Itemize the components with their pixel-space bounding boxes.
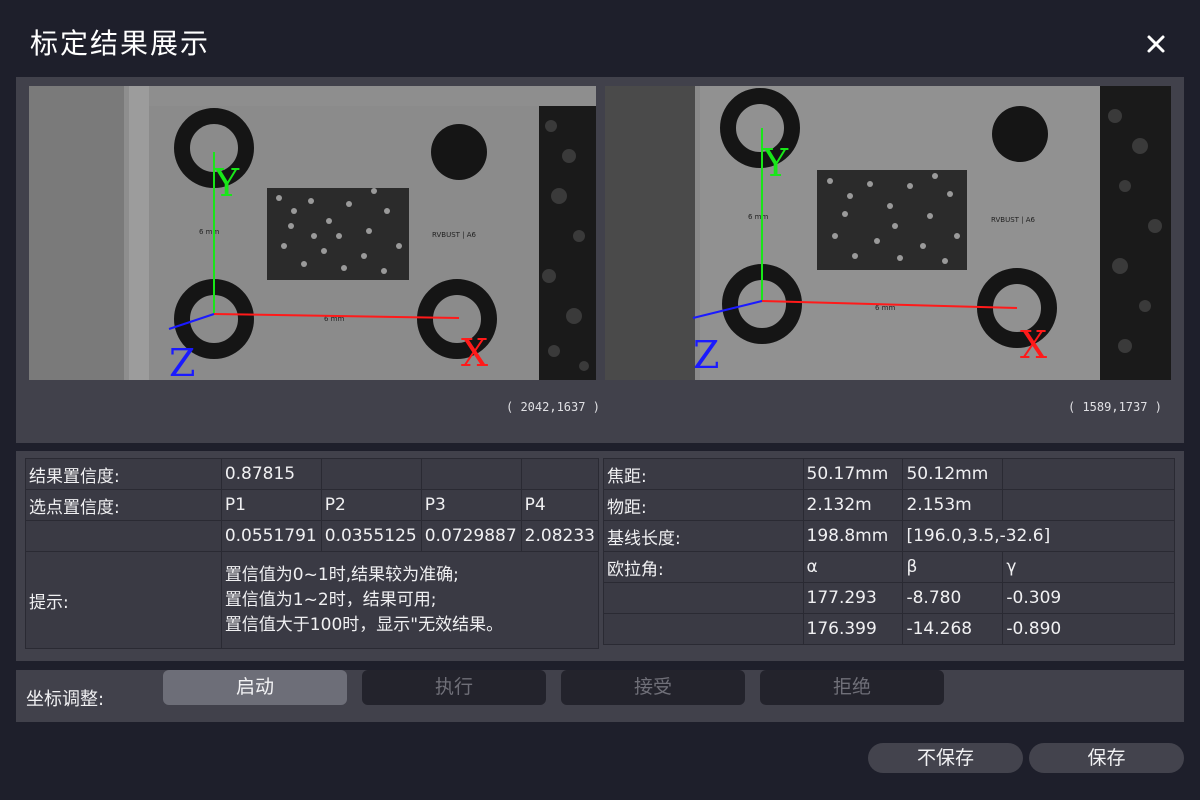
- hint-line: 置信值为0~1时,结果较为准确;: [224, 564, 459, 585]
- distance-value: 2.153m: [902, 489, 1004, 521]
- euler-header: α: [802, 551, 904, 583]
- calibration-images-panel: RVBUST | A6 6 mm 6 mm Y X Z ( 2042,1637 …: [16, 77, 1184, 443]
- point-value: 0.0551791: [220, 520, 322, 552]
- euler-value: -0.890: [1002, 613, 1175, 645]
- target-label-right: RVBUST | A6: [991, 216, 1036, 224]
- y-axis-label: Y: [213, 161, 240, 205]
- x-axis-label: X: [1020, 323, 1047, 367]
- accept-button[interactable]: 接受: [561, 670, 745, 705]
- table-row: 选点置信度: P1 P2 P3 P4: [25, 489, 600, 521]
- hint-text: 置信值为0~1时,结果较为准确; 置信值为1~2时，结果可用; 置信值大于100…: [220, 551, 600, 649]
- start-button[interactable]: 启动: [163, 670, 347, 705]
- table-row: 176.399 -14.268 -0.890: [603, 613, 1175, 645]
- euler-value: -8.780: [902, 582, 1004, 614]
- coordinate-adjust-bar: 坐标调整: 启动 执行 接受 拒绝: [16, 670, 1184, 722]
- point-header: P4: [520, 489, 600, 521]
- confidence-value: 0.87815: [220, 458, 322, 490]
- euler-value: -0.309: [1002, 582, 1175, 614]
- point-header: P3: [420, 489, 522, 521]
- table-row: 欧拉角: α β γ: [603, 551, 1175, 583]
- euler-value: -14.268: [902, 613, 1004, 645]
- baseline-vector: [196.0,3.5,-32.6]: [902, 520, 1175, 552]
- left-camera-image: RVBUST | A6 6 mm 6 mm Y X Z: [29, 86, 596, 380]
- close-icon[interactable]: [1143, 31, 1169, 57]
- point-value: 2.08233: [520, 520, 600, 552]
- table-row: 基线长度: 198.8mm [196.0,3.5,-32.6]: [603, 520, 1175, 552]
- table-row: 0.0551791 0.0355125 0.0729887 2.08233: [25, 520, 600, 552]
- table-row: 177.293 -8.780 -0.309: [603, 582, 1175, 614]
- dialog-title: 标定结果展示: [30, 27, 211, 60]
- results-panel: 结果置信度: 0.87815 选点置信度: P1 P2 P3 P4 0.0551…: [16, 451, 1184, 661]
- reject-button[interactable]: 拒绝: [760, 670, 944, 705]
- baseline-label: 基线长度:: [603, 520, 804, 552]
- left-image-coord: ( 2042,1637 ): [506, 400, 600, 414]
- right-camera-image: RVBUST | A6 6 mm 6 mm Y X Z: [605, 86, 1171, 380]
- table-row: 提示: 置信值为0~1时,结果较为准确; 置信值为1~2时，结果可用; 置信值大…: [25, 551, 600, 649]
- baseline-value: 198.8mm: [802, 520, 904, 552]
- target-label-left: RVBUST | A6: [432, 231, 477, 239]
- mm-label-left-a: 6 mm: [199, 228, 219, 236]
- z-axis-label: Z: [693, 333, 719, 377]
- point-confidence-label: 选点置信度:: [25, 489, 222, 521]
- distance-label: 物距:: [603, 489, 804, 521]
- execute-button[interactable]: 执行: [362, 670, 546, 705]
- hint-line: 置信值为1~2时，结果可用;: [224, 589, 437, 610]
- focal-label: 焦距:: [603, 458, 804, 490]
- table-row: 物距: 2.132m 2.153m: [603, 489, 1175, 521]
- euler-label: 欧拉角:: [603, 551, 804, 583]
- coordinate-adjust-label: 坐标调整:: [26, 689, 105, 710]
- point-header: P2: [320, 489, 422, 521]
- distance-value: 2.132m: [802, 489, 904, 521]
- table-row: 结果置信度: 0.87815: [25, 458, 600, 490]
- table-row: 焦距: 50.17mm 50.12mm: [603, 458, 1175, 490]
- camera-params-table: 焦距: 50.17mm 50.12mm 物距: 2.132m 2.153m 基线…: [603, 458, 1175, 645]
- right-image-coord: ( 1589,1737 ): [1068, 400, 1162, 414]
- point-value: 0.0729887: [420, 520, 522, 552]
- hint-label: 提示:: [25, 551, 222, 649]
- confidence-label: 结果置信度:: [25, 458, 222, 490]
- focal-value: 50.17mm: [802, 458, 904, 490]
- confidence-table: 结果置信度: 0.87815 选点置信度: P1 P2 P3 P4 0.0551…: [25, 458, 600, 649]
- dont-save-button[interactable]: 不保存: [868, 743, 1023, 773]
- euler-header: γ: [1002, 551, 1175, 583]
- focal-value: 50.12mm: [902, 458, 1004, 490]
- x-axis-label: X: [461, 331, 488, 375]
- z-axis-label: Z: [169, 341, 195, 380]
- point-value: 0.0355125: [320, 520, 422, 552]
- euler-value: 176.399: [802, 613, 904, 645]
- y-axis-label: Y: [762, 141, 789, 185]
- euler-header: β: [902, 551, 1004, 583]
- hint-line: 置信值大于100时，显示"无效结果。: [224, 614, 504, 635]
- point-header: P1: [220, 489, 322, 521]
- save-button[interactable]: 保存: [1029, 743, 1184, 773]
- euler-value: 177.293: [802, 582, 904, 614]
- mm-label-right-a: 6 mm: [748, 213, 768, 221]
